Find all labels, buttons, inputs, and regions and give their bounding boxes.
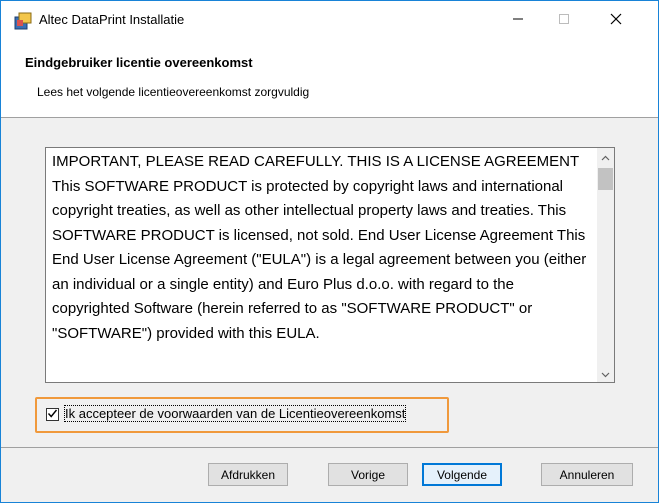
accept-label-text: Ik accepteer de voorwaarden van de Licen… <box>63 405 407 422</box>
window-title: Altec DataPrint Installatie <box>39 12 185 27</box>
chevron-down-icon <box>601 365 610 383</box>
next-button[interactable]: Volgende <box>422 463 502 486</box>
cancel-button[interactable]: Annuleren <box>541 463 633 486</box>
installer-app-icon <box>13 11 33 31</box>
minimize-button[interactable] <box>495 1 541 41</box>
header-subtitle: Lees het volgende licentieovereenkomst z… <box>37 85 310 99</box>
checkmark-icon <box>47 406 58 424</box>
scroll-up-button[interactable] <box>597 148 614 165</box>
close-icon <box>610 12 622 30</box>
close-button[interactable] <box>587 1 645 41</box>
scroll-thumb[interactable] <box>598 168 613 190</box>
accept-checkbox[interactable] <box>46 408 59 421</box>
footer-separator <box>1 447 658 448</box>
license-scrollbar[interactable] <box>597 148 614 382</box>
license-text-box[interactable]: IMPORTANT, PLEASE READ CAREFULLY. THIS I… <box>45 147 615 383</box>
back-button[interactable]: Vorige <box>328 463 408 486</box>
header-title: Eindgebruiker licentie overeenkomst <box>25 55 253 70</box>
accept-checkbox-label[interactable]: Ik accepteer de voorwaarden van de Licen… <box>63 405 407 422</box>
minimize-icon <box>512 12 524 30</box>
license-text: IMPORTANT, PLEASE READ CAREFULLY. THIS I… <box>52 153 587 342</box>
dialog-header: Eindgebruiker licentie overeenkomst Lees… <box>1 41 658 118</box>
scroll-down-button[interactable] <box>597 365 614 382</box>
title-bar[interactable]: Altec DataPrint Installatie <box>1 1 658 41</box>
maximize-button <box>541 1 587 41</box>
chevron-up-icon <box>601 148 610 166</box>
maximize-icon <box>558 12 570 30</box>
installer-window: Altec DataPrint Installatie Eindgebruike… <box>0 0 659 503</box>
print-button[interactable]: Afdrukken <box>208 463 288 486</box>
